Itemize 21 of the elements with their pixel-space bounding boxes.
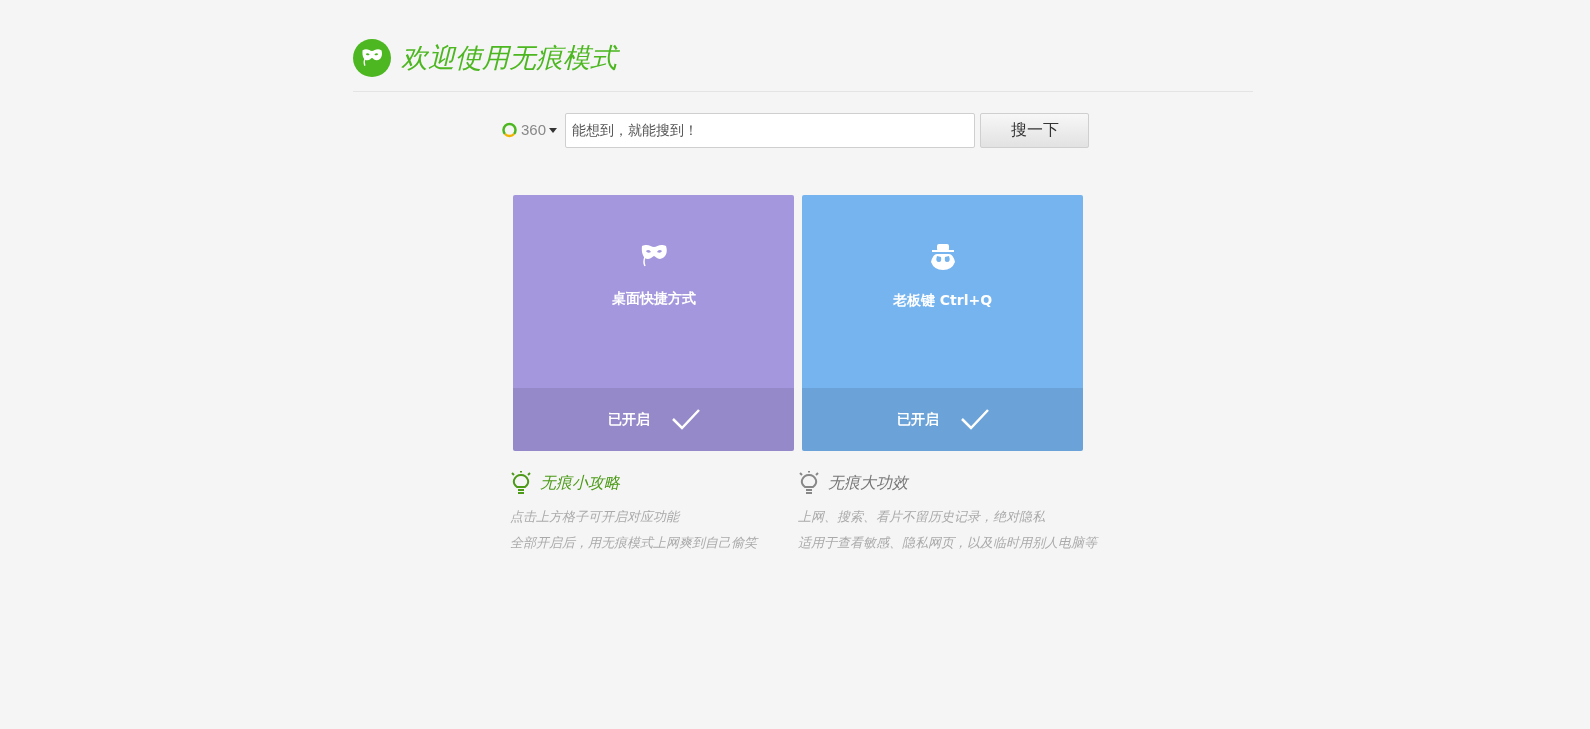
- tip-text: 全部开启后，用无痕模式上网爽到自己偷笑: [510, 534, 760, 552]
- tip-text: 适用于查看敏感、隐私网页，以及临时用别人电脑等: [798, 534, 1100, 552]
- tip-text: 点击上方格子可开启对应功能: [510, 507, 681, 526]
- feature-tile[interactable]: 老板键 Ctrl+Q 已开启: [802, 194, 1083, 451]
- tip-heading: 无痕小攻略: [540, 471, 620, 494]
- caret-icon: [549, 127, 558, 133]
- search-engine-icon: [502, 122, 518, 138]
- lightbulb-icon: [510, 470, 532, 495]
- tip-heading: 无痕大功效: [828, 471, 908, 494]
- lightbulb-icon: [798, 470, 820, 495]
- feature-tile[interactable]: 桌面快捷方式 已开启: [513, 194, 794, 451]
- status-text: 已开启: [896, 409, 939, 429]
- checkmark-icon: [671, 408, 700, 430]
- engine-dropdown[interactable]: 360: [502, 118, 558, 142]
- status-text: 已开启: [607, 409, 650, 429]
- search-field[interactable]: 能想到，就能搜到！: [565, 112, 976, 148]
- checkmark-icon: [960, 408, 989, 430]
- tile-label: 桌面快捷方式: [611, 288, 696, 308]
- tile-label: 老板键 Ctrl+Q: [892, 290, 993, 310]
- search-button[interactable]: 搜一下: [980, 112, 1090, 148]
- tip-text: 上网、搜索、看片不留历史记录，绝对隐私: [798, 507, 1046, 526]
